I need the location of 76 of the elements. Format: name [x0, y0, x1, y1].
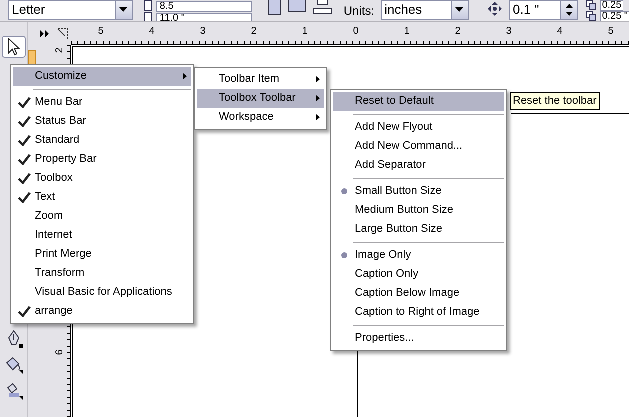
menu-item[interactable]: Status Bar: [13, 112, 191, 131]
submenu-arrow-icon: [183, 73, 187, 80]
spin-arrows-icon[interactable]: [564, 3, 574, 17]
menu-item[interactable]: Add Separator: [333, 156, 504, 175]
menu-item[interactable]: Text: [13, 188, 191, 207]
pointer-icon[interactable]: [2, 36, 26, 58]
menu-item[interactable]: Property Bar: [13, 150, 191, 169]
tooltip: Reset the toolbar: [510, 92, 600, 110]
width-icon: [142, 0, 153, 12]
menu-item[interactable]: Transform: [13, 264, 191, 283]
menu-item[interactable]: Reset to Default: [333, 92, 504, 111]
nudge-icon: [486, 1, 503, 17]
menu-item[interactable]: Caption Only: [333, 265, 504, 284]
menu-item[interactable]: Print Merge: [13, 245, 191, 264]
units-dropdown[interactable]: inches: [380, 0, 469, 20]
menu-item[interactable]: Zoom: [13, 207, 191, 226]
submenu-arrow-icon: [316, 95, 320, 102]
height-icon: [142, 12, 153, 21]
ruler-number: 2: [455, 25, 461, 39]
duplicate-offset-icon: [586, 0, 598, 11]
checkmark-icon: [18, 173, 30, 184]
checkmark-icon: [18, 154, 30, 165]
page-width-field[interactable]: 8.5: [156, 0, 252, 12]
menu-item[interactable]: Large Button Size: [333, 220, 504, 239]
ruler-number: 3: [506, 25, 512, 39]
ruler-number: 1: [404, 25, 410, 39]
menu-item[interactable]: Toolbox Toolbar: [197, 89, 324, 108]
radio-dot-icon: [340, 188, 348, 195]
ruler-number: 5: [608, 25, 614, 39]
ruler-number: 0: [353, 25, 359, 39]
submenu-arrow-icon: [316, 114, 320, 121]
portrait-button[interactable]: [266, 0, 284, 17]
checkmark-icon: [18, 135, 30, 146]
nudge-field[interactable]: 0.1 ": [508, 0, 578, 20]
ruler-number: 5: [98, 25, 104, 39]
ruler-number: 4: [557, 25, 563, 39]
page-height-field[interactable]: 11.0 ": [156, 12, 252, 21]
menu-item[interactable]: Toolbox: [13, 169, 191, 188]
checkmark-icon: [18, 192, 30, 203]
menu-item[interactable]: Visual Basic for Applications: [13, 283, 191, 302]
checkmark-icon: [18, 116, 30, 127]
menu-item[interactable]: Workspace: [197, 108, 324, 127]
checkmark-icon: [18, 306, 30, 317]
ruler-number: 4: [149, 25, 155, 39]
ruler-number: 1: [302, 25, 308, 39]
menu-item[interactable]: Customize: [13, 67, 191, 86]
menu-item[interactable]: Image Only: [333, 246, 504, 265]
dropdown-arrow-icon[interactable]: [119, 7, 128, 13]
radio-dot-icon: [340, 252, 348, 259]
ruler-number: 2: [53, 48, 66, 54]
menu-item[interactable]: Caption to Right of Image: [333, 303, 504, 322]
menu-item[interactable]: Add New Flyout: [333, 118, 504, 137]
menu-item[interactable]: Medium Button Size: [333, 201, 504, 220]
checkmark-icon: [18, 97, 30, 108]
ruler-origin-icon[interactable]: [57, 28, 69, 40]
duplicate-x-field[interactable]: 0.25: [600, 0, 623, 11]
menu-item[interactable]: Toolbar Item: [197, 70, 324, 89]
menu-item[interactable]: Internet: [13, 226, 191, 245]
duplicate-offset-icon: [586, 11, 598, 21]
menu-item[interactable]: Properties...: [333, 329, 504, 348]
paper-size-dropdown[interactable]: Letter: [8, 0, 133, 20]
menu-item[interactable]: Standard: [13, 131, 191, 150]
submenu-arrow-icon: [316, 76, 320, 83]
menu-item[interactable]: Small Button Size: [333, 182, 504, 201]
menu-item[interactable]: Menu Bar: [13, 93, 191, 112]
expand-icon[interactable]: [40, 30, 49, 38]
menu-item[interactable]: Caption Below Image: [333, 284, 504, 303]
ruler-number: 2: [251, 25, 257, 39]
duplicate-y-field[interactable]: 0.25 ": [600, 11, 629, 21]
units-label: Units:: [344, 3, 375, 20]
ruler-number: 6: [53, 350, 66, 356]
ruler-number: 3: [200, 25, 206, 39]
menu-item[interactable]: arrange: [13, 302, 191, 321]
dropdown-arrow-icon[interactable]: [455, 7, 464, 13]
menu-item[interactable]: Add New Command...: [333, 137, 504, 156]
page-layout-icon[interactable]: [312, 0, 334, 17]
